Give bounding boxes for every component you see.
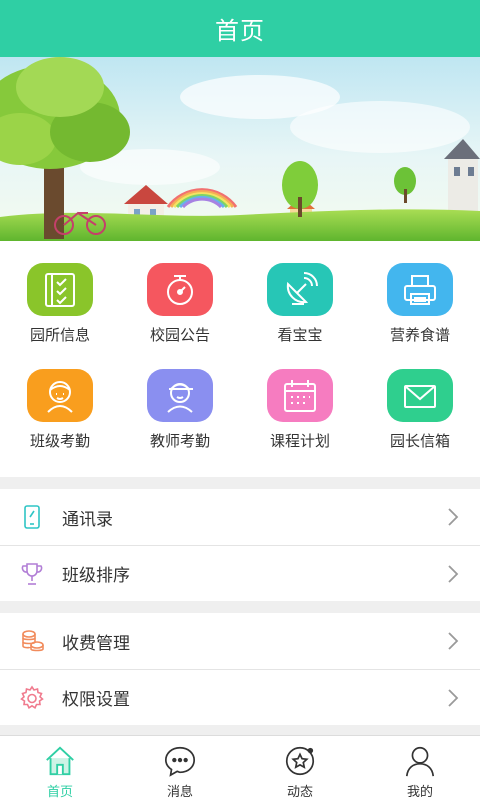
calendar-icon [267,369,333,422]
grid-label: 营养食谱 [389,326,450,344]
grid-item-course-plan[interactable]: 课程计划 [240,347,360,451]
tab-moments[interactable]: 动态 [240,736,360,800]
feature-grid: 园所信息 校园公告 看宝宝 营养食谱 班级考勤 教师考勤 课程计划 园长信箱 [0,241,480,477]
chevron-right-icon [448,508,459,526]
grid-label: 教师考勤 [149,432,210,450]
grid-label: 校园公告 [149,326,210,344]
home-icon [46,746,74,776]
list-item-label: 班级排序 [62,566,130,586]
tab-label: 首页 [46,785,73,800]
bottom-tab-bar: 首页 消息 动态 我的 [0,735,480,800]
banner-image[interactable] [0,57,480,241]
list-item-class-ranking[interactable]: 班级排序 [0,545,480,601]
checklist-icon [27,263,93,316]
person-icon [405,746,435,777]
chevron-right-icon [448,689,459,707]
grid-item-class-attendance[interactable]: 班级考勤 [0,347,120,451]
grid-item-teacher-attendance[interactable]: 教师考勤 [120,347,240,451]
grid-item-garden-info[interactable]: 园所信息 [0,241,120,345]
trophy-icon [21,563,43,585]
list-item-label: 权限设置 [62,690,130,710]
header-bar: 首页 [0,0,480,57]
chevron-right-icon [448,565,459,583]
list-group-contacts: 通讯录 班级排序 [0,489,480,601]
grid-label: 课程计划 [269,432,330,450]
grid-item-campus-notice[interactable]: 校园公告 [120,241,240,345]
grid-label: 班级考勤 [29,432,90,450]
app-root: 首页 园所信息 校园公告 看宝宝 营养食谱 班级考勤 教师考勤 课程计划 园长信… [0,0,480,800]
tab-label: 我的 [406,785,433,800]
chat-bubble-icon [164,746,196,777]
page-title: 首页 [215,17,265,45]
grid-item-principal-mailbox[interactable]: 园长信箱 [360,347,480,451]
tab-label: 动态 [286,785,313,800]
star-compass-icon [285,746,315,776]
gear-icon [20,685,44,709]
grid-label: 园长信箱 [389,432,450,450]
tab-label: 消息 [166,785,193,800]
coins-icon [22,630,44,652]
grid-item-nutrition-recipe[interactable]: 营养食谱 [360,241,480,345]
tab-messages[interactable]: 消息 [120,736,240,800]
boy-avatar-icon [147,369,213,422]
list-item-label: 通讯录 [62,509,113,530]
girl-avatar-icon [27,369,93,422]
phone-icon [24,505,40,529]
list-group-management: 收费管理 权限设置 [0,613,480,725]
chevron-right-icon [448,632,459,650]
banner-illustration [0,57,480,241]
list-item-label: 收费管理 [62,633,130,654]
envelope-icon [387,369,453,422]
list-item-fee-management[interactable]: 收费管理 [0,613,480,669]
list-item-permission-settings[interactable]: 权限设置 [0,669,480,725]
alarm-clock-icon [147,263,213,316]
grid-label: 园所信息 [29,326,90,344]
grid-label: 看宝宝 [277,326,323,344]
satellite-dish-icon [267,263,333,316]
printer-icon [387,263,453,316]
tab-mine[interactable]: 我的 [360,736,480,800]
grid-item-watch-baby[interactable]: 看宝宝 [240,241,360,345]
list-item-contacts[interactable]: 通讯录 [0,489,480,545]
tab-home[interactable]: 首页 [0,736,120,800]
